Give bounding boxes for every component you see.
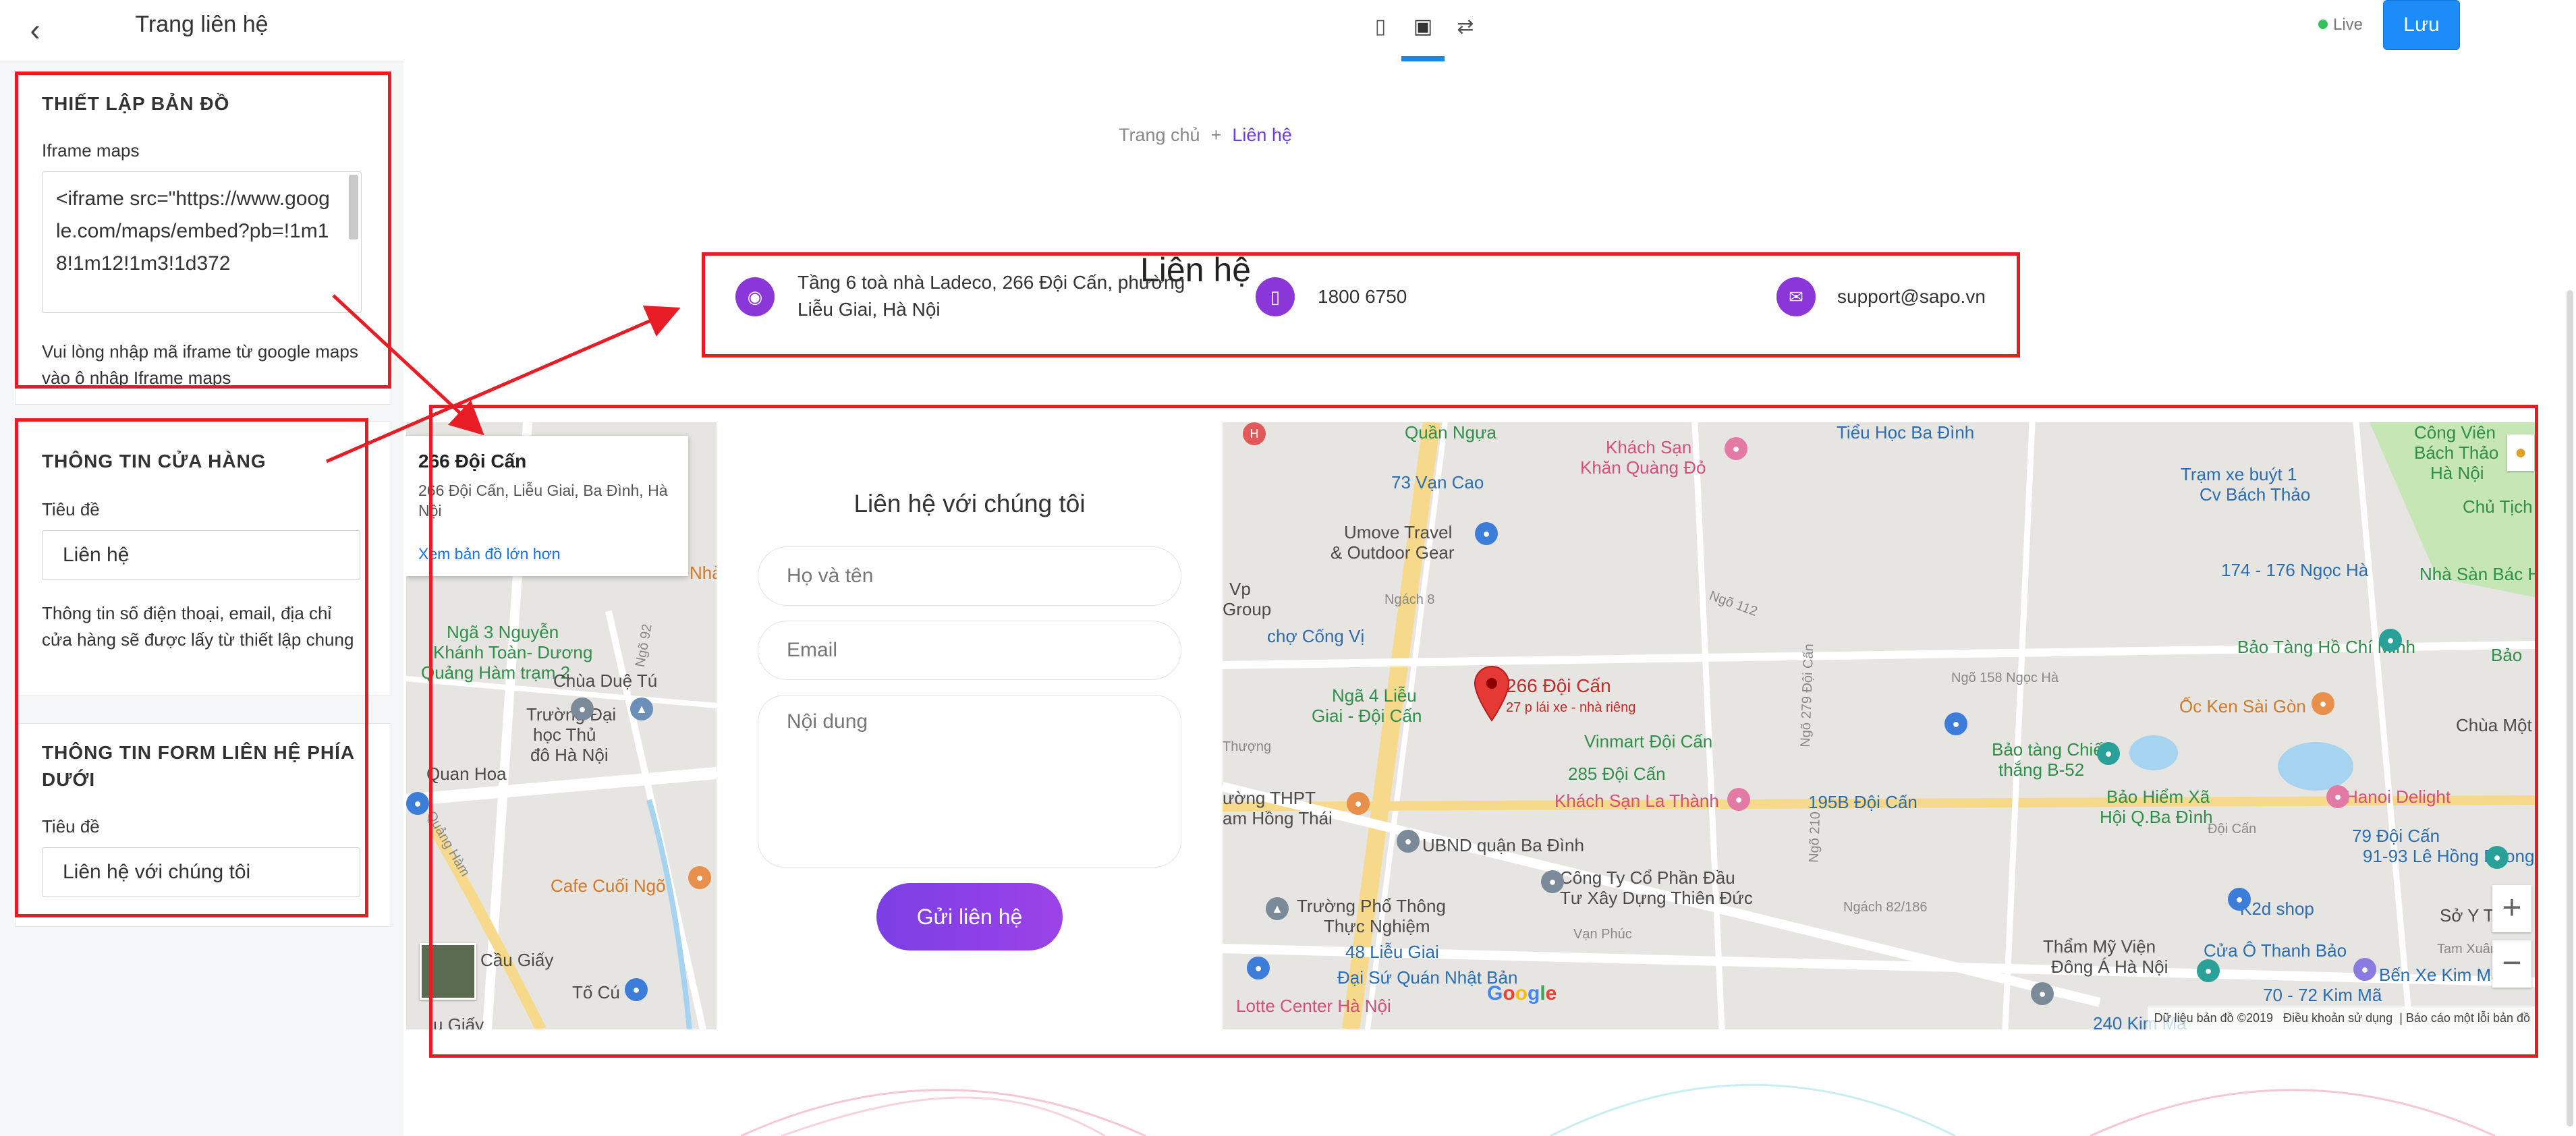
annotation-arrows [326, 294, 681, 463]
